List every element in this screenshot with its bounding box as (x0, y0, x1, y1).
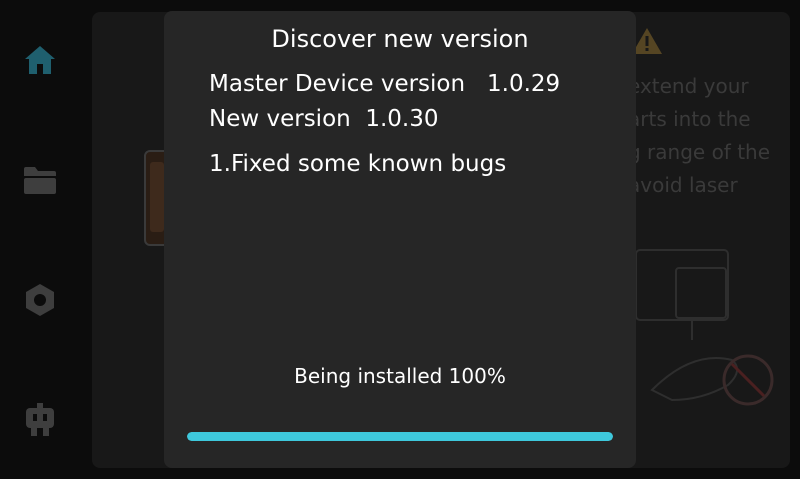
home-icon (25, 46, 55, 74)
new-version-value: 1.0.30 (365, 106, 439, 132)
sidebar-item-device[interactable] (20, 400, 60, 440)
install-progress-bar (187, 432, 613, 441)
install-status-text: Being installed 100% (294, 364, 506, 388)
settings-hex-icon (26, 284, 54, 316)
sidebar (0, 0, 82, 479)
master-version-row: Master Device version 1.0.29 (209, 71, 560, 97)
warning-text-line: arts into the (628, 107, 751, 131)
install-progress-fill (187, 432, 613, 441)
warning-text-line: extend your (628, 74, 749, 98)
new-version-label: New version (209, 106, 351, 132)
sidebar-item-settings[interactable] (20, 280, 60, 320)
laser-safety-illustration (635, 249, 774, 406)
warning-text-line: g range of the (628, 140, 771, 164)
master-version-value: 1.0.29 (487, 71, 561, 97)
folder-icon (24, 167, 56, 194)
sidebar-item-files[interactable] (20, 160, 60, 200)
new-version-row: New version 1.0.30 (209, 106, 439, 132)
sidebar-item-home[interactable] (20, 40, 60, 80)
update-dialog: Discover new version Master Device versi… (164, 11, 636, 468)
master-version-label: Master Device version (209, 71, 466, 97)
warning-text-line: avoid laser (628, 173, 738, 197)
changelog-text: 1.Fixed some known bugs (209, 151, 507, 177)
robot-icon (26, 403, 54, 436)
dialog-title: Discover new version (271, 25, 529, 53)
